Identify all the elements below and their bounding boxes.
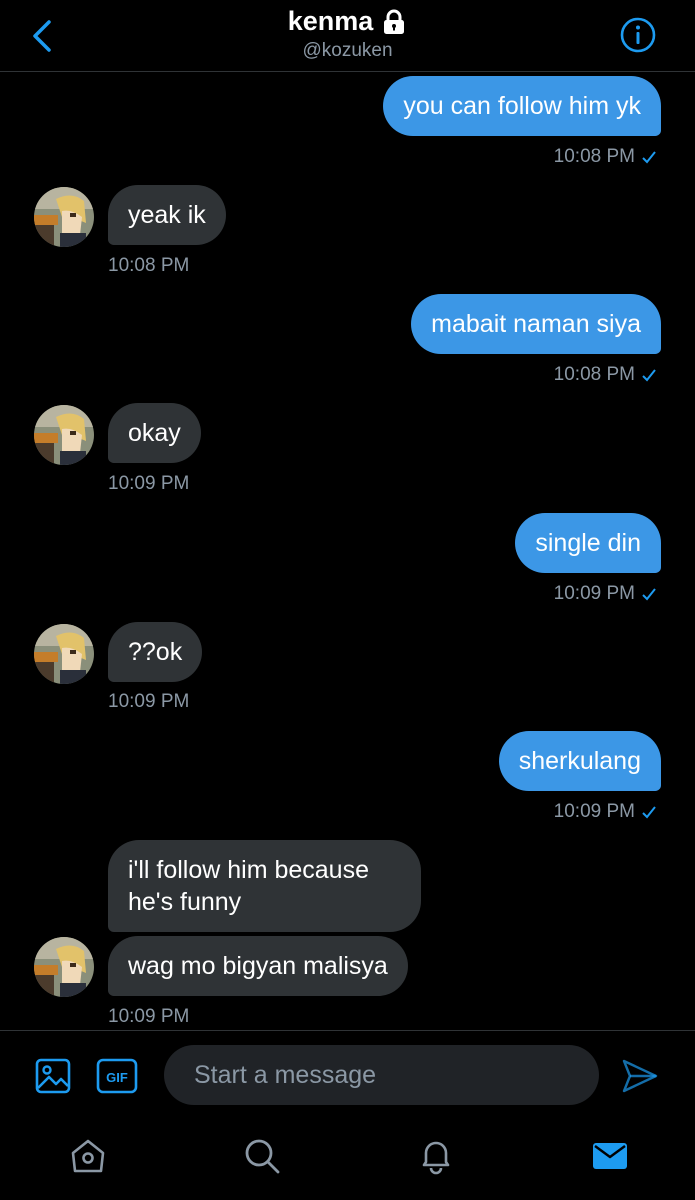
message-meta: 10:09 PM bbox=[108, 691, 189, 713]
message-text: you can follow him yk bbox=[403, 92, 641, 120]
notifications-bell-icon bbox=[422, 1141, 450, 1175]
message-bubble-outgoing[interactable]: mabait naman siya bbox=[411, 294, 661, 354]
search-icon bbox=[245, 1139, 280, 1174]
add-gif-button[interactable]: GIF bbox=[96, 1058, 138, 1099]
avatar[interactable] bbox=[34, 937, 94, 997]
conversation-title[interactable]: kenma bbox=[288, 6, 374, 37]
message-text: yeak ik bbox=[128, 201, 206, 229]
message-meta: 10:08 PM bbox=[554, 364, 657, 386]
send-icon bbox=[622, 1059, 658, 1093]
info-button[interactable] bbox=[619, 16, 657, 54]
message-meta: 10:09 PM bbox=[108, 1006, 189, 1028]
messages-envelope-icon bbox=[593, 1143, 627, 1169]
message-list[interactable]: you can follow him yk 10:08 PM yeak ik 1… bbox=[0, 72, 695, 1032]
nav-home[interactable] bbox=[66, 1134, 110, 1178]
message-timestamp: 10:09 PM bbox=[553, 801, 635, 822]
message-timestamp: 10:08 PM bbox=[553, 364, 635, 385]
gif-label: GIF bbox=[106, 1070, 128, 1085]
message-text: mabait naman siya bbox=[431, 310, 641, 338]
message-meta: 10:09 PM bbox=[554, 583, 657, 605]
message-bubble-outgoing[interactable]: you can follow him yk bbox=[383, 76, 661, 136]
message-meta: 10:09 PM bbox=[108, 473, 189, 495]
message-timestamp: 10:09 PM bbox=[108, 1006, 190, 1027]
message-bubble-outgoing[interactable]: sherkulang bbox=[498, 731, 661, 791]
read-check-icon bbox=[642, 151, 656, 164]
message-timestamp: 10:08 PM bbox=[553, 146, 635, 167]
message-timestamp: 10:09 PM bbox=[108, 473, 190, 494]
nav-notifications[interactable] bbox=[414, 1134, 458, 1178]
send-button[interactable] bbox=[620, 1056, 660, 1101]
message-composer: GIF bbox=[0, 1030, 695, 1120]
conversation-handle[interactable]: @kozuken bbox=[0, 40, 695, 62]
avatar-image bbox=[34, 624, 94, 684]
message-bubble-incoming[interactable]: yeak ik bbox=[108, 185, 226, 245]
read-check-icon bbox=[642, 806, 656, 819]
message-text: i'll follow him because he's funny bbox=[128, 856, 369, 916]
message-bubble-outgoing[interactable]: single din bbox=[515, 513, 661, 573]
image-icon bbox=[35, 1058, 71, 1094]
message-bubble-incoming[interactable]: wag mo bigyan malisya bbox=[108, 936, 408, 996]
message-timestamp: 10:09 PM bbox=[108, 691, 190, 712]
message-text: single din bbox=[535, 529, 641, 557]
avatar-image bbox=[34, 405, 94, 465]
info-icon bbox=[620, 17, 656, 53]
nav-search[interactable] bbox=[240, 1134, 284, 1178]
bottom-navigation bbox=[0, 1120, 695, 1200]
read-check-icon bbox=[642, 369, 656, 382]
message-meta: 10:08 PM bbox=[554, 146, 657, 168]
message-timestamp: 10:08 PM bbox=[108, 255, 190, 276]
message-timestamp: 10:09 PM bbox=[553, 583, 635, 604]
message-text: okay bbox=[128, 419, 181, 447]
add-media-button[interactable] bbox=[34, 1057, 72, 1100]
message-input[interactable] bbox=[164, 1045, 599, 1105]
message-bubble-incoming[interactable]: ??ok bbox=[108, 622, 203, 682]
message-meta: 10:09 PM bbox=[554, 801, 657, 823]
message-text: ??ok bbox=[128, 638, 183, 666]
avatar-image bbox=[34, 187, 94, 247]
gif-icon: GIF bbox=[96, 1058, 138, 1094]
lock-icon bbox=[384, 9, 405, 34]
avatar[interactable] bbox=[34, 624, 94, 684]
message-bubble-incoming[interactable]: okay bbox=[108, 403, 201, 463]
home-icon bbox=[71, 1139, 105, 1173]
avatar[interactable] bbox=[34, 405, 94, 465]
nav-messages[interactable] bbox=[588, 1134, 632, 1178]
message-text: sherkulang bbox=[518, 747, 641, 775]
message-text: wag mo bigyan malisya bbox=[128, 952, 388, 980]
message-bubble-incoming[interactable]: i'll follow him because he's funny bbox=[108, 840, 421, 932]
conversation-header: kenma @kozuken bbox=[0, 0, 695, 72]
avatar-image bbox=[34, 937, 94, 997]
avatar[interactable] bbox=[34, 187, 94, 247]
message-meta: 10:08 PM bbox=[108, 255, 189, 277]
read-check-icon bbox=[642, 588, 656, 601]
